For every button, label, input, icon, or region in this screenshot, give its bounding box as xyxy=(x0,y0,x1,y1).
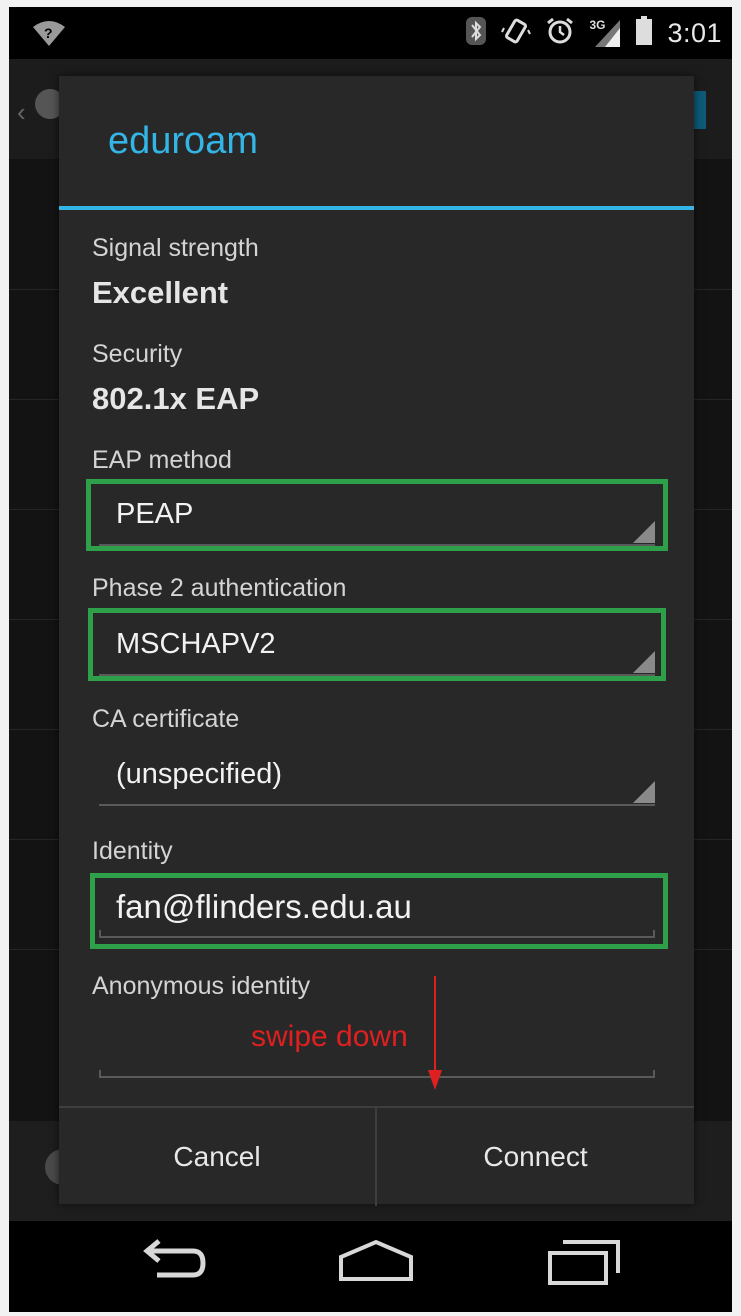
svg-text:?: ? xyxy=(44,25,53,41)
battery-icon xyxy=(635,15,653,51)
identity-label: Identity xyxy=(92,837,173,865)
swipe-down-annotation: swipe down xyxy=(251,1020,408,1053)
status-icons: 3G 3:01 xyxy=(465,7,722,59)
home-icon[interactable] xyxy=(338,1239,414,1288)
signal-icon: 3G xyxy=(589,18,621,48)
ca-certificate-label: CA certificate xyxy=(92,705,240,733)
signal-strength-label: Signal strength xyxy=(92,234,259,262)
security-label: Security xyxy=(92,340,183,368)
background-up-icon: ‹ xyxy=(17,97,26,127)
ca-certificate-value: (unspecified) xyxy=(116,758,283,790)
recents-icon[interactable] xyxy=(547,1239,621,1292)
clock: 3:01 xyxy=(667,17,722,48)
background-switch xyxy=(694,91,706,129)
frame-bottom xyxy=(0,1312,741,1316)
eap-method-highlight xyxy=(86,479,668,551)
anonymous-identity-label: Anonymous identity xyxy=(92,972,311,1000)
alarm-icon xyxy=(545,16,575,51)
phase2-label: Phase 2 authentication xyxy=(92,574,347,602)
frame-left xyxy=(0,0,9,1316)
cancel-button[interactable]: Cancel xyxy=(59,1108,375,1206)
frame-top xyxy=(0,0,741,7)
dropdown-corner-icon xyxy=(633,781,655,803)
dialog-button-bar: Cancel Connect xyxy=(59,1106,694,1206)
navigation-bar xyxy=(9,1221,732,1312)
arrow-down-icon xyxy=(428,1070,442,1090)
spinner-underline xyxy=(99,804,655,806)
field-underline xyxy=(99,1076,655,1078)
ca-certificate-spinner[interactable]: (unspecified) xyxy=(99,750,655,806)
dialog-title: eduroam xyxy=(108,120,258,162)
title-divider xyxy=(59,206,694,210)
frame-right xyxy=(732,0,741,1316)
eap-method-label: EAP method xyxy=(92,446,232,474)
vibrate-icon xyxy=(501,16,532,51)
field-tick xyxy=(99,1070,101,1078)
wifi-network-dialog: eduroam Signal strength Excellent Securi… xyxy=(59,76,694,1206)
wifi-question-icon: ? xyxy=(31,19,67,52)
back-icon[interactable] xyxy=(137,1239,207,1288)
bluetooth-icon xyxy=(465,16,487,51)
swipe-arrow xyxy=(434,976,436,1076)
phase2-highlight xyxy=(88,608,666,681)
connect-button[interactable]: Connect xyxy=(377,1108,694,1206)
field-tick xyxy=(653,1070,655,1078)
security-value: 802.1x EAP xyxy=(92,381,260,416)
signal-strength-value: Excellent xyxy=(92,275,229,310)
status-bar: ? 3G 3:01 xyxy=(9,7,732,59)
identity-highlight xyxy=(90,873,668,949)
